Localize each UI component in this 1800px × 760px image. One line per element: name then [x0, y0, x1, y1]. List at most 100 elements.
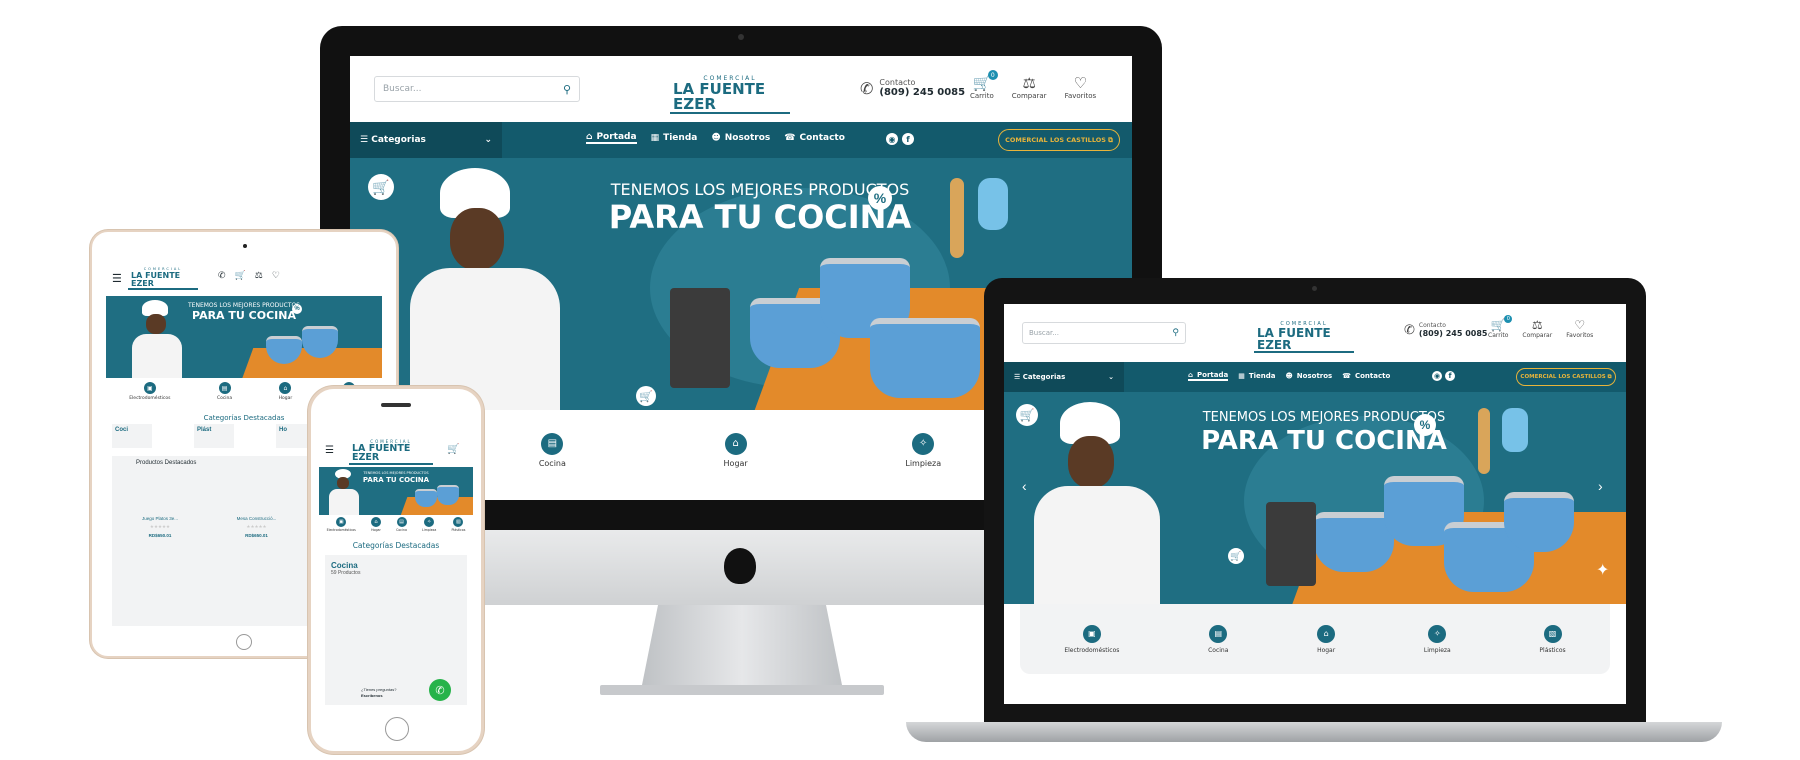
- tablet-header-icons: ✆ 🛒 ⚖ ♡: [218, 270, 280, 281]
- heart-icon[interactable]: ♡: [272, 270, 280, 281]
- category-cocina[interactable]: ▤ Cocina: [217, 382, 232, 412]
- category-hogar[interactable]: ⌂ Hogar: [1317, 624, 1336, 654]
- cocina-card[interactable]: Cocina 59 Productos ¿Tienes preguntas? E…: [325, 555, 467, 705]
- imac-base: [600, 685, 884, 695]
- search-icon[interactable]: ⚲: [1172, 328, 1179, 338]
- instagram-icon[interactable]: ◉: [886, 133, 898, 145]
- imac-header-icons: 🛒 Carrito 0 ⚖ Comparar ♡ Favoritos: [970, 70, 1097, 100]
- category-hogar[interactable]: ⌂ Hogar: [723, 432, 748, 468]
- whatsapp-button[interactable]: ✆: [429, 679, 451, 701]
- category-limpieza[interactable]: ✧Limpieza: [422, 517, 436, 539]
- chevron-down-icon: ⌄: [1108, 373, 1114, 381]
- cart-button[interactable]: 🛒 Carrito 0: [970, 70, 998, 100]
- search-placeholder: Buscar...: [1029, 329, 1059, 337]
- user-icon: ☻: [711, 133, 721, 143]
- facebook-icon[interactable]: f: [902, 133, 914, 145]
- cart-button[interactable]: 🛒 Carrito 0: [1488, 315, 1513, 339]
- compare-button[interactable]: ⚖ Comparar: [1522, 318, 1552, 339]
- branch-button[interactable]: COMERCIAL LOS CASTILLOS ⧉: [1516, 368, 1616, 386]
- imac-search-input[interactable]: Buscar... ⚲: [374, 76, 580, 102]
- category-electrodomesticos[interactable]: ▣ Electrodomésticos: [1064, 624, 1120, 654]
- laptop-header-icons: 🛒 Carrito 0 ⚖ Comparar ♡ Favoritos: [1488, 315, 1593, 339]
- nav-contact-label: Contacto: [799, 133, 845, 143]
- sparkle-icon: ✦: [1596, 562, 1610, 579]
- nav-home[interactable]: ⌂ Portada: [1188, 371, 1229, 381]
- category-hogar[interactable]: ⌂ Hogar: [278, 382, 293, 412]
- logo-name: LA FUENTE EZER: [1254, 327, 1354, 353]
- instagram-icon[interactable]: ◉: [1432, 371, 1442, 381]
- branch-button[interactable]: COMERCIAL LOS CASTILLOS ⧉: [998, 129, 1120, 151]
- category-electrodomesticos-label: Electrodomésticos: [129, 396, 171, 401]
- compare-button[interactable]: ⚖ Comparar: [1012, 74, 1047, 100]
- phone-icon[interactable]: ✆: [218, 270, 226, 281]
- imac-contact[interactable]: ✆ Contacto (809) 245 0085: [860, 78, 965, 98]
- imac-logo[interactable]: COMERCIAL LA FUENTE EZER: [670, 76, 790, 114]
- tablet-card-1[interactable]: Coci: [112, 424, 152, 448]
- electrodomesticos-icon: ▣: [336, 517, 347, 527]
- laptop-logo[interactable]: COMERCIAL LA FUENTE EZER: [1254, 321, 1354, 353]
- pot-4: [1504, 492, 1574, 552]
- stars-icon: ★★★★★: [149, 524, 171, 529]
- wooden-spoon: [950, 178, 964, 258]
- product-card[interactable]: Juego Platos 3e... ★★★★★ RD$650.01: [142, 516, 178, 538]
- category-hogar-label: Hogar: [371, 528, 381, 532]
- tablet-camera: [243, 244, 247, 248]
- category-electrodomesticos[interactable]: ▣ Electrodomésticos: [129, 382, 171, 412]
- category-plasticos[interactable]: ▧ Plásticos: [1539, 624, 1566, 654]
- category-plasticos[interactable]: ▧ Plásticos: [451, 517, 465, 539]
- category-hogar-label: Hogar: [278, 396, 293, 401]
- product-card[interactable]: Mesa Construcció... ★★★★★ RD$650.01: [237, 516, 277, 538]
- user-icon: ☻: [1285, 372, 1293, 380]
- nav-about[interactable]: ☻ Nosotros: [711, 133, 770, 143]
- category-electrodomesticos-label: Electrodomésticos: [1064, 646, 1120, 654]
- categories-dropdown[interactable]: ☰ Categorias ⌄: [350, 122, 502, 158]
- laptop-search-input[interactable]: Buscar... ⚲: [1022, 322, 1186, 344]
- carousel-prev-icon[interactable]: ‹: [1022, 478, 1027, 494]
- categories-dropdown[interactable]: ☰ Categorias ⌄: [1004, 362, 1124, 392]
- featured-categories-title: Categorías Destacadas: [352, 541, 440, 550]
- cocina-icon: ▤: [1209, 624, 1228, 643]
- nav-shop[interactable]: ▦ Tienda: [1238, 372, 1275, 380]
- chef-figure: [1034, 402, 1160, 604]
- phone-home-button[interactable]: [385, 717, 409, 741]
- tablet-home-button[interactable]: [236, 634, 252, 650]
- favorites-button[interactable]: ♡ Favoritos: [1065, 74, 1097, 100]
- laptop-hero-banner: TENEMOS LOS MEJORES PRODUCTOS PARA TU CO…: [1004, 392, 1626, 604]
- cart-icon[interactable]: 🛒: [447, 444, 459, 455]
- tablet-logo[interactable]: COMERCIAL LA FUENTE EZER: [128, 268, 198, 290]
- laptop-screen: Buscar... ⚲ COMERCIAL LA FUENTE EZER ✆ C…: [1004, 304, 1626, 704]
- category-limpieza[interactable]: ✧Limpieza: [1424, 624, 1451, 654]
- nav-shop-label: Tienda: [663, 133, 698, 143]
- nav-home[interactable]: ⌂ Portada: [586, 132, 637, 144]
- phone-logo[interactable]: COMERCIAL LA FUENTE EZER: [349, 439, 433, 465]
- percent-badge: %: [1414, 414, 1436, 436]
- category-cocina[interactable]: ▤ Cocina: [1208, 624, 1228, 654]
- category-cocina[interactable]: ▤ Cocina: [396, 517, 407, 539]
- carousel-next-icon[interactable]: ›: [1598, 478, 1603, 494]
- favorites-label: Favoritos: [1064, 92, 1097, 100]
- category-hogar-label: Hogar: [1317, 646, 1336, 654]
- scale-icon[interactable]: ⚖: [255, 270, 263, 281]
- category-cocina[interactable]: ▤ Cocina: [539, 432, 566, 468]
- category-hogar-label: Hogar: [723, 458, 748, 468]
- nav-about[interactable]: ☻ Nosotros: [1285, 372, 1332, 380]
- nav-contact[interactable]: ☎ Contacto: [1342, 372, 1390, 380]
- cocina-icon: ▤: [396, 517, 407, 527]
- category-hogar[interactable]: ⌂ Hogar: [370, 517, 381, 539]
- nav-shop[interactable]: ▦ Tienda: [651, 133, 698, 143]
- cart-icon[interactable]: 🛒: [235, 270, 246, 281]
- hamburger-icon[interactable]: ☰: [325, 445, 334, 456]
- scale-icon: ⚖: [1531, 318, 1543, 332]
- category-electrodomesticos[interactable]: ▣ Electrodomésticos: [327, 517, 356, 539]
- tablet-card-2[interactable]: Plást: [194, 424, 234, 448]
- category-limpieza[interactable]: ✧Limpieza: [905, 432, 941, 468]
- search-icon[interactable]: ⚲: [563, 83, 571, 96]
- nav-contact[interactable]: ☎ Contacto: [784, 133, 845, 143]
- category-plasticos-label: Plásticos: [451, 528, 466, 532]
- laptop-contact[interactable]: ✆ Contacto (809) 245 0085: [1404, 322, 1487, 338]
- favorites-button[interactable]: ♡ Favoritos: [1566, 318, 1593, 339]
- hamburger-icon[interactable]: ☰: [112, 272, 122, 285]
- product-name: Juego Platos 3e...: [142, 516, 179, 521]
- facebook-icon[interactable]: f: [1445, 371, 1455, 381]
- limpieza-icon: ✧: [1428, 624, 1447, 643]
